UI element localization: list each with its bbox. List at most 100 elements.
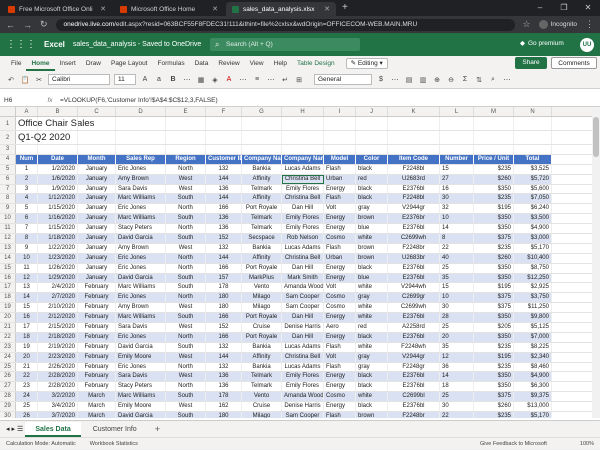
row-header[interactable]: 11: [0, 224, 16, 234]
grid-cell[interactable]: [78, 131, 116, 144]
paste-icon[interactable]: 📋: [20, 76, 30, 84]
grid-cell[interactable]: Eric Jones: [116, 263, 166, 273]
grid-cell[interactable]: Marc Williams: [116, 313, 166, 323]
more-number-icon[interactable]: ⋯: [390, 76, 400, 84]
table-header-cell[interactable]: Total: [514, 154, 552, 164]
row-header[interactable]: 2: [0, 131, 16, 144]
close-tab-icon[interactable]: ✕: [100, 5, 106, 13]
grid-cell[interactable]: $4,900: [514, 372, 552, 382]
grid-cell[interactable]: January: [78, 214, 116, 224]
tab-review[interactable]: Review: [213, 56, 244, 71]
grid-cell[interactable]: gray: [356, 362, 388, 372]
grid-cell[interactable]: [166, 145, 206, 154]
grid-cell[interactable]: $235: [474, 164, 514, 174]
grid-cell[interactable]: [474, 117, 514, 130]
grid-cell[interactable]: Office Chair Sales: [16, 117, 94, 130]
grid-cell[interactable]: Energy: [324, 273, 356, 283]
avatar[interactable]: UU: [580, 38, 594, 52]
grid-cell[interactable]: Vento: [242, 392, 282, 402]
grid-cell[interactable]: [440, 117, 474, 130]
grid-cell[interactable]: MarkPlus: [242, 273, 282, 283]
grid-cell[interactable]: brown: [356, 253, 388, 263]
tab-home[interactable]: Home: [26, 56, 55, 71]
grid-cell[interactable]: 2/26/2020: [38, 362, 78, 372]
grid-cell[interactable]: 1/12/2020: [38, 194, 78, 204]
grid-cell[interactable]: Eric Jones: [116, 253, 166, 263]
grid-cell[interactable]: Sara Davis: [116, 323, 166, 332]
row-header[interactable]: 30: [0, 412, 16, 418]
grid-cell[interactable]: white: [356, 313, 388, 323]
grid-cell[interactable]: Eric Jones: [116, 332, 166, 342]
grid-cell[interactable]: Eric Jones: [116, 204, 166, 214]
grid-cell[interactable]: Milago: [242, 293, 282, 303]
grid-cell[interactable]: Emily Flores: [282, 382, 324, 392]
grid-cell[interactable]: $195: [474, 352, 514, 362]
grid-cell[interactable]: $5,720: [514, 174, 552, 184]
spreadsheet-grid[interactable]: ABCDEFGHIJKLMN 1 Office Chair Sales 2 Q1-Q2…: [0, 107, 592, 418]
grid-cell[interactable]: 17: [16, 323, 38, 332]
grid-cell[interactable]: gray: [356, 352, 388, 362]
grid-cell[interactable]: February: [78, 382, 116, 392]
row-header[interactable]: 6: [0, 174, 16, 184]
grid-cell[interactable]: 2/23/2020: [38, 352, 78, 362]
grid-cell[interactable]: Aero: [324, 323, 356, 332]
grid-cell[interactable]: North: [166, 382, 206, 392]
grid-cell[interactable]: 132: [206, 164, 242, 174]
conditional-format-icon[interactable]: ▤: [404, 76, 414, 84]
grid-cell[interactable]: 27: [440, 174, 474, 184]
grid-cell[interactable]: 162: [206, 402, 242, 412]
grid-cell[interactable]: $195: [474, 204, 514, 214]
grid-cell[interactable]: $375: [474, 303, 514, 313]
grid-cell[interactable]: 8: [16, 234, 38, 243]
row-header[interactable]: 25: [0, 362, 16, 372]
grid-cell[interactable]: $6,240: [514, 204, 552, 214]
row-header[interactable]: 16: [0, 273, 16, 283]
sort-filter-icon[interactable]: ⇅: [474, 76, 484, 84]
row-header[interactable]: 18: [0, 293, 16, 303]
grid-cell[interactable]: black: [356, 184, 388, 194]
grid-cell[interactable]: North: [166, 204, 206, 214]
grid-cell[interactable]: $8,225: [514, 342, 552, 352]
column-header[interactable]: A: [16, 107, 38, 116]
grid-cell[interactable]: January: [78, 273, 116, 283]
grid-cell[interactable]: Flash: [324, 342, 356, 352]
grid-cell[interactable]: black: [356, 164, 388, 174]
grid-cell[interactable]: Energy: [324, 263, 356, 273]
row-header[interactable]: 20: [0, 313, 16, 323]
grid-cell[interactable]: [166, 131, 206, 144]
grid-cell[interactable]: $375: [474, 392, 514, 402]
grid-cell[interactable]: $235: [474, 194, 514, 204]
grid-cell[interactable]: Energy: [324, 184, 356, 194]
grid-cell[interactable]: Emily Flores: [282, 224, 324, 234]
name-box[interactable]: H6: [0, 97, 40, 104]
grid-cell[interactable]: $205: [474, 323, 514, 332]
row-header[interactable]: 9: [0, 204, 16, 214]
grid-cell[interactable]: South: [166, 234, 206, 243]
grid-cell[interactable]: A2258rd: [388, 323, 440, 332]
grid-cell[interactable]: [206, 131, 242, 144]
grid-cell[interactable]: Dan Hill: [282, 263, 324, 273]
row-header[interactable]: 3: [0, 145, 16, 154]
grid-cell[interactable]: Flash: [324, 243, 356, 253]
row-header[interactable]: 19: [0, 303, 16, 313]
title-row[interactable]: 1 Office Chair Sales: [0, 117, 592, 131]
row-header[interactable]: 1: [0, 117, 16, 130]
grid-cell[interactable]: 36: [440, 362, 474, 372]
grid-cell[interactable]: 30: [440, 402, 474, 412]
table-row[interactable]: 10 6 1/16/2020 January Marc Williams South 136…: [0, 214, 592, 225]
close-window-icon[interactable]: ✕: [576, 0, 600, 16]
grid-cell[interactable]: C2699gr: [388, 293, 440, 303]
grid-cell[interactable]: black: [356, 382, 388, 392]
table-row[interactable]: 8 4 1/12/2020 January Marc Williams South 144 A…: [0, 194, 592, 205]
row-header[interactable]: 24: [0, 352, 16, 362]
grid-cell[interactable]: Christina Bell: [282, 253, 324, 263]
document-title[interactable]: sales_data_analysis - Saved to OneDrive: [73, 41, 201, 48]
grid-cell[interactable]: $195: [474, 283, 514, 293]
grid-cell[interactable]: Bankia: [242, 342, 282, 352]
table-header-cell[interactable]: Color: [356, 154, 388, 164]
grid-cell[interactable]: Amy Brown: [116, 174, 166, 184]
grid-cell[interactable]: Affinity: [242, 194, 282, 204]
grid-cell[interactable]: 20: [440, 332, 474, 342]
formula-input[interactable]: =VLOOKUP(F6,'Customer Info'!$A$4:$C$12,3…: [60, 97, 218, 104]
grid-cell[interactable]: Denise Harris: [282, 323, 324, 332]
